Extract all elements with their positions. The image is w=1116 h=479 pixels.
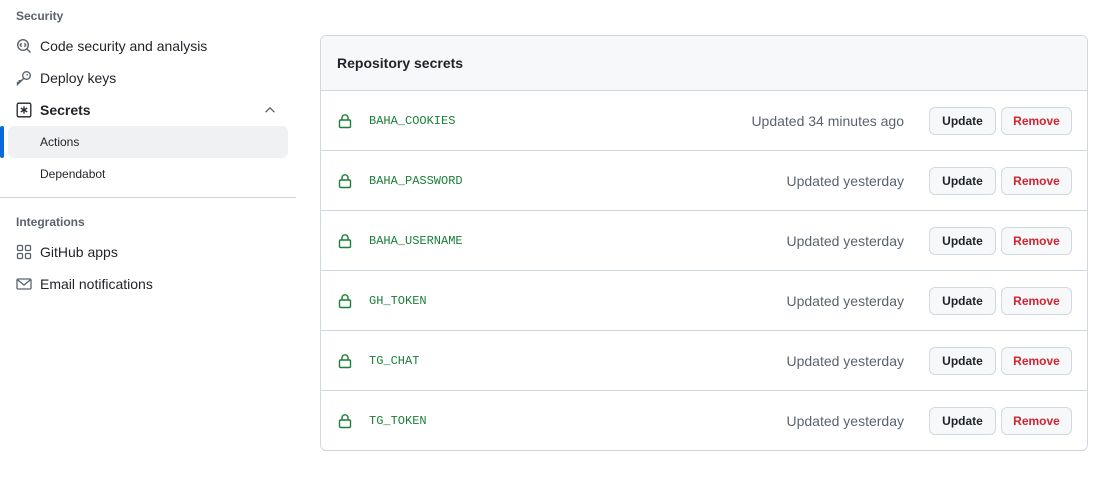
secret-updated: Updated yesterday: [786, 292, 904, 309]
lock-icon: [337, 173, 353, 189]
sidebar-item-github-apps[interactable]: GitHub apps: [8, 236, 288, 268]
apps-icon: [16, 244, 32, 260]
remove-button[interactable]: Remove: [1001, 287, 1072, 315]
remove-button[interactable]: Remove: [1001, 347, 1072, 375]
secret-name: TG_TOKEN: [369, 414, 427, 428]
sidebar-item-label: Email notifications: [40, 276, 153, 292]
secret-updated: Updated yesterday: [786, 172, 904, 189]
integrations-heading: Integrations: [16, 215, 85, 229]
repository-secrets-title: Repository secrets: [321, 36, 1087, 91]
remove-button[interactable]: Remove: [1001, 227, 1072, 255]
secret-updated: Updated 34 minutes ago: [751, 112, 904, 129]
chevron-up-icon[interactable]: [262, 102, 278, 118]
secret-updated: Updated yesterday: [786, 232, 904, 249]
remove-button[interactable]: Remove: [1001, 107, 1072, 135]
secret-name: BAHA_PASSWORD: [369, 173, 463, 188]
asterisk-icon: [16, 102, 32, 118]
key-icon: [16, 70, 32, 86]
sidebar-item-deploy-keys[interactable]: Deploy keys: [8, 62, 288, 94]
secret-name: GH_TOKEN: [369, 293, 427, 308]
update-button[interactable]: Update: [929, 407, 996, 435]
sidebar-divider: [0, 197, 296, 198]
sidebar-item-label: Secrets: [40, 102, 91, 118]
secret-updated: Updated yesterday: [786, 413, 904, 429]
sidebar-subitem-label: Actions: [40, 135, 80, 149]
secret-row: BAHA_COOKIES Updated 34 minutes ago Upda…: [321, 91, 1087, 151]
codescan-icon: [16, 38, 32, 54]
page: Security Code security and analysis Depl…: [0, 0, 1116, 479]
secret-row: BAHA_PASSWORD Updated yesterday Update R…: [321, 151, 1087, 211]
secret-name: BAHA_COOKIES: [369, 113, 456, 128]
update-button[interactable]: Update: [929, 167, 996, 195]
update-button[interactable]: Update: [929, 227, 996, 255]
secret-updated: Updated yesterday: [786, 352, 904, 369]
active-indicator: [0, 126, 4, 158]
sidebar-item-label: GitHub apps: [40, 244, 118, 260]
mail-icon: [16, 276, 32, 292]
repository-secrets-box: Repository secrets BAHA_COOKIES Updated …: [320, 35, 1088, 451]
sidebar-item-label: Code security and analysis: [40, 38, 208, 54]
secret-row: GH_TOKEN Updated yesterday Update Remove: [321, 271, 1087, 331]
lock-icon: [337, 233, 353, 249]
sidebar-item-secrets[interactable]: Secrets: [8, 94, 288, 126]
security-heading: Security: [16, 9, 64, 23]
remove-button[interactable]: Remove: [1001, 407, 1072, 435]
sidebar-subitem-actions[interactable]: Actions: [8, 126, 288, 158]
lock-icon: [337, 293, 353, 309]
sidebar-item-email-notifications[interactable]: Email notifications: [8, 268, 288, 300]
secret-row: TG_TOKEN Updated yesterday Update Remove: [321, 391, 1087, 450]
update-button[interactable]: Update: [929, 287, 996, 315]
secret-row: BAHA_USERNAME Updated yesterday Update R…: [321, 211, 1087, 271]
secret-name: TG_CHAT: [369, 353, 420, 368]
sidebar-item-code-security[interactable]: Code security and analysis: [8, 30, 288, 62]
sidebar-subitem-dependabot[interactable]: Dependabot: [8, 158, 288, 190]
secret-row: TG_CHAT Updated yesterday Update Remove: [321, 331, 1087, 391]
lock-icon: [337, 113, 353, 129]
secret-name: BAHA_USERNAME: [369, 233, 463, 248]
sidebar-subitem-label: Dependabot: [40, 167, 106, 181]
lock-icon: [337, 413, 353, 429]
lock-icon: [337, 353, 353, 369]
update-button[interactable]: Update: [929, 107, 996, 135]
remove-button[interactable]: Remove: [1001, 167, 1072, 195]
update-button[interactable]: Update: [929, 347, 996, 375]
sidebar-item-label: Deploy keys: [40, 70, 117, 86]
